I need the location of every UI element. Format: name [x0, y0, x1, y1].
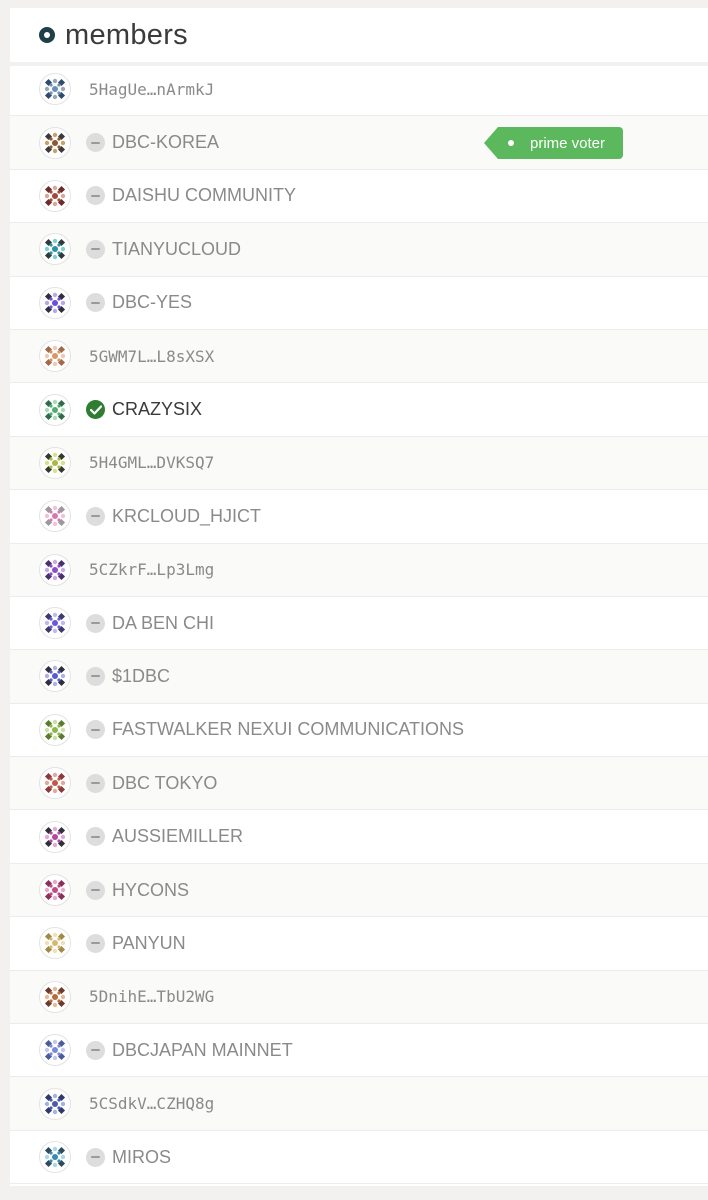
- identicon-avatar[interactable]: [39, 660, 71, 693]
- member-row[interactable]: 5H4GML…DVKSQ7: [10, 436, 708, 491]
- member-name[interactable]: KRCLOUD_HJICT: [112, 506, 261, 527]
- member-row[interactable]: AUSSIEMILLER: [10, 810, 708, 864]
- member-name[interactable]: DBC TOKYO: [112, 773, 217, 794]
- identicon-avatar[interactable]: [39, 233, 71, 266]
- member-name[interactable]: DAISHU COMMUNITY: [112, 185, 296, 206]
- identicon-avatar[interactable]: [39, 607, 71, 640]
- member-row[interactable]: HYCONS: [10, 863, 708, 918]
- member-name[interactable]: $1DBC: [112, 666, 170, 687]
- tag-dot-icon: [508, 140, 514, 147]
- identicon-avatar[interactable]: [39, 1087, 71, 1120]
- member-row[interactable]: CRAZYSIX: [10, 383, 708, 437]
- member-row[interactable]: 5DnihE…TbU2WG: [10, 970, 708, 1025]
- member-name[interactable]: TIANYUCLOUD: [112, 239, 241, 260]
- member-row[interactable]: 5HagUe…nArmkJ: [10, 63, 708, 117]
- identicon-avatar[interactable]: [39, 286, 71, 319]
- identicon-avatar[interactable]: [39, 1034, 71, 1067]
- member-name[interactable]: DA BEN CHI: [112, 613, 214, 634]
- identicon-avatar[interactable]: [39, 179, 71, 212]
- identity-unverified-icon: [86, 666, 105, 686]
- member-name[interactable]: AUSSIEMILLER: [112, 826, 243, 847]
- identicon-avatar[interactable]: [39, 820, 71, 853]
- identicon-avatar[interactable]: [39, 126, 71, 159]
- identicon-avatar[interactable]: [39, 713, 71, 746]
- identicon-avatar[interactable]: [39, 1141, 71, 1173]
- member-name[interactable]: PANYUN: [112, 933, 186, 954]
- member-name[interactable]: HYCONS: [112, 880, 189, 901]
- identicon-avatar[interactable]: [39, 500, 71, 533]
- identity-unverified-icon: [86, 506, 105, 526]
- member-name[interactable]: 5DnihE…TbU2WG: [89, 987, 214, 1006]
- member-row[interactable]: MIROS: [10, 1131, 708, 1185]
- identity-unverified-icon: [86, 880, 105, 900]
- identicon-avatar[interactable]: [39, 767, 71, 800]
- member-name[interactable]: DBCJAPAN MAINNET: [112, 1040, 293, 1061]
- member-row[interactable]: DBCJAPAN MAINNET: [10, 1024, 708, 1078]
- identity-unverified-icon: [86, 933, 105, 953]
- member-name[interactable]: MIROS: [112, 1147, 171, 1168]
- identity-unverified-icon: [86, 827, 105, 847]
- member-name[interactable]: 5CZkrF…Lp3Lmg: [89, 560, 214, 579]
- identity-unverified-icon: [86, 720, 105, 740]
- member-name[interactable]: FASTWALKER NEXUI COMMUNICATIONS: [112, 719, 464, 740]
- member-name[interactable]: 5CSdkV…CZHQ8g: [89, 1094, 214, 1113]
- member-row[interactable]: DBC-YES: [10, 277, 708, 330]
- identity-verified-check-icon: [86, 400, 105, 420]
- panel-title: members: [65, 18, 188, 51]
- members-header: members: [10, 8, 708, 66]
- identicon-avatar[interactable]: [39, 980, 71, 1013]
- member-row[interactable]: KRCLOUD_HJICT: [10, 490, 708, 544]
- member-row[interactable]: PANYUN: [10, 917, 708, 971]
- identicon-avatar[interactable]: [39, 446, 71, 479]
- members-panel: members 5HagUe…nArmkJ DBC-KOREA prime vote…: [10, 8, 708, 1186]
- identity-unverified-icon: [86, 1147, 105, 1167]
- identity-unverified-icon: [86, 293, 105, 313]
- identity-unverified-icon: [86, 1040, 105, 1060]
- member-row[interactable]: TIANYUCLOUD: [10, 223, 708, 277]
- member-row[interactable]: 5GWM7L…L8sXSX: [10, 329, 708, 384]
- target-circle-icon: [39, 27, 55, 43]
- member-row[interactable]: FASTWALKER NEXUI COMMUNICATIONS: [10, 704, 708, 758]
- member-row[interactable]: DAISHU COMMUNITY: [10, 170, 708, 224]
- member-row[interactable]: 5CSdkV…CZHQ8g: [10, 1077, 708, 1131]
- member-row[interactable]: DA BEN CHI: [10, 597, 708, 651]
- member-row[interactable]: $1DBC: [10, 650, 708, 704]
- identicon-avatar[interactable]: [39, 553, 71, 586]
- identicon-avatar[interactable]: [39, 340, 71, 373]
- identity-unverified-icon: [86, 239, 105, 259]
- identity-unverified-icon: [86, 773, 105, 793]
- identicon-avatar[interactable]: [39, 927, 71, 960]
- tag-label: prime voter: [530, 134, 606, 152]
- identicon-avatar[interactable]: [39, 73, 71, 106]
- member-name[interactable]: 5H4GML…DVKSQ7: [89, 453, 214, 472]
- member-row[interactable]: DBC-KOREA prime voter: [10, 116, 708, 170]
- identity-unverified-icon: [86, 186, 105, 206]
- member-name[interactable]: DBC-KOREA: [112, 132, 219, 153]
- prime-voter-tag: prime voter: [483, 127, 624, 160]
- member-name[interactable]: 5GWM7L…L8sXSX: [89, 347, 214, 366]
- member-name[interactable]: CRAZYSIX: [112, 399, 202, 420]
- identity-unverified-icon: [86, 133, 105, 153]
- identity-unverified-icon: [86, 613, 105, 633]
- member-row[interactable]: DBC TOKYO: [10, 757, 708, 811]
- identicon-avatar[interactable]: [39, 393, 71, 426]
- member-name[interactable]: 5HagUe…nArmkJ: [89, 80, 214, 99]
- member-list: 5HagUe…nArmkJ DBC-KOREA prime voter DAISHU …: [10, 63, 708, 1185]
- member-name[interactable]: DBC-YES: [112, 292, 192, 313]
- identicon-avatar[interactable]: [39, 874, 71, 907]
- member-row[interactable]: 5CZkrF…Lp3Lmg: [10, 543, 708, 597]
